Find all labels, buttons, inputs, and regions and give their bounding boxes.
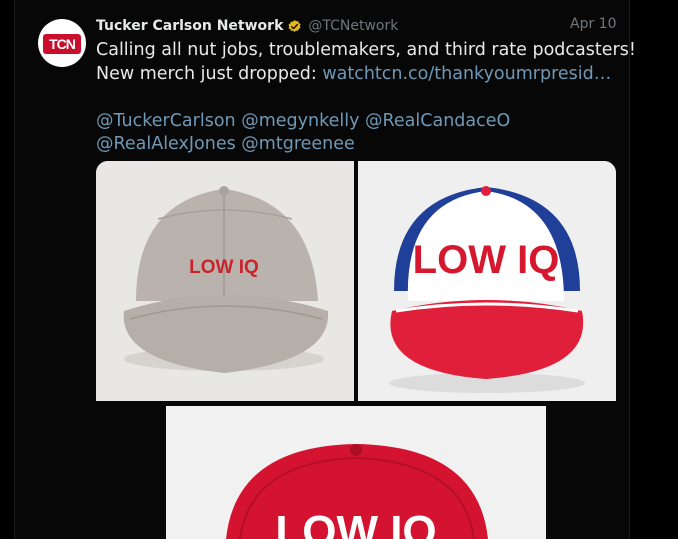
- mentions-line: @RealAlexJones @mtgreenee: [96, 133, 616, 157]
- tweet-text: Calling all nut jobs, troublemakers, and…: [96, 39, 636, 157]
- hat-text: LOW IQ: [275, 507, 436, 539]
- media-image-trucker-cap[interactable]: LOW IQ: [358, 161, 616, 401]
- mention-link[interactable]: @RealCandaceO: [365, 111, 510, 131]
- avatar-logo: TCN: [43, 34, 81, 54]
- author-handle[interactable]: @TCNetwork: [308, 18, 398, 34]
- tweet-text-prefix: New merch just dropped:: [96, 63, 323, 84]
- tweet-text-line: New merch just dropped: watchtcn.co/than…: [96, 63, 616, 87]
- tweet-date[interactable]: Apr 10: [570, 16, 616, 32]
- author-name[interactable]: Tucker Carlson Network: [96, 18, 283, 34]
- tweet-text-line: Calling all nut jobs, troublemakers, and…: [96, 40, 636, 60]
- merch-link[interactable]: watchtcn.co/thankyoumrpresid…: [322, 64, 611, 84]
- mention-link[interactable]: @megynkelly: [241, 111, 359, 131]
- hat-text: LOW IQ: [189, 257, 259, 278]
- tweet-header: Tucker Carlson Network @TCNetwork: [96, 15, 616, 37]
- hat-text: LOW IQ: [413, 238, 560, 282]
- mention-link[interactable]: @mtgreenee: [241, 134, 355, 154]
- verified-badge-icon: [287, 19, 302, 34]
- avatar[interactable]: TCN: [38, 19, 86, 67]
- mention-link[interactable]: @TuckerCarlson: [96, 111, 236, 131]
- mentions-line: @TuckerCarlson @megynkelly @RealCandaceO: [96, 110, 616, 134]
- media-image-grey-cap[interactable]: LOW IQ: [96, 161, 354, 401]
- media-image-red-cap[interactable]: LOW IQ: [166, 406, 546, 539]
- mention-link[interactable]: @RealAlexJones: [96, 134, 236, 154]
